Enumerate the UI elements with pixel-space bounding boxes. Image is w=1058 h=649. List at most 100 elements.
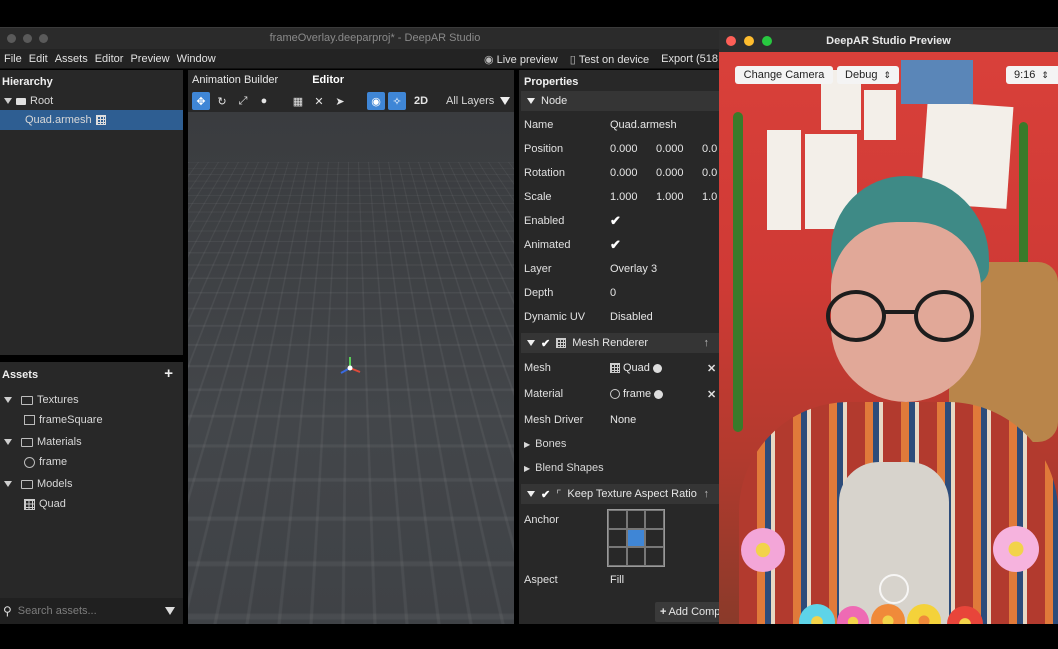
ground-grid [188,162,514,624]
name-field[interactable]: Quad.armesh [610,119,677,131]
scale-tool-icon[interactable]: ⤢ [234,92,252,110]
aspect-dropdown[interactable]: Fill [610,574,624,586]
node-section-header[interactable]: Node [521,91,719,111]
anchor-cell[interactable] [626,547,646,566]
editor-toolbar: ✥ ↻ ⤢ ● ▦ ✕ ➤ ◉ ✧ 2D All Layers [188,90,514,112]
mesh-picker[interactable]: Quad [610,362,662,374]
component-enabled-checkbox[interactable]: ✔ [541,337,550,350]
face-view-icon[interactable]: ◉ [367,92,385,110]
asset-item-label: Quad [39,498,66,510]
rotation-z-field[interactable]: 0.0 [702,167,717,179]
tab-editor[interactable]: Editor [312,74,344,86]
rotation-x-field[interactable]: 0.000 [610,167,656,179]
enabled-checkbox[interactable]: ✔ [610,213,621,229]
anchor-grid[interactable] [607,509,665,567]
search-icon: ⚲ [3,604,12,618]
anchor-cell-selected[interactable] [626,528,646,548]
add-asset-icon[interactable]: + [164,365,173,382]
aspect-ratio-dropdown[interactable]: 9:16 ⇕ [1006,66,1058,84]
mesh-renderer-section-header[interactable]: ✔ Mesh Renderer ↑ [521,333,719,353]
keep-aspect-section-header[interactable]: ✔ ⌜ Keep Texture Aspect Ratio ↑ [521,484,719,504]
depth-field[interactable]: 0 [610,287,616,299]
scale-y-field[interactable]: 1.000 [656,191,702,203]
clear-material-icon[interactable]: ✕ [707,388,716,401]
node-section-label: Node [541,95,568,107]
menu-assets[interactable]: Assets [55,53,88,65]
anchor-cell[interactable] [608,547,627,566]
mesh-driver-dropdown[interactable]: None [610,414,636,426]
anchor-cell[interactable] [645,547,664,566]
menu-window[interactable]: Window [177,53,216,65]
expand-triangle-icon[interactable] [4,98,12,104]
tab-animation-builder[interactable]: Animation Builder [192,74,278,86]
navigate-arrow-icon[interactable] [652,363,662,373]
collapse-triangle-icon[interactable] [527,340,535,346]
menu-file[interactable]: File [4,53,22,65]
live-preview-button[interactable]: ◉ Live preview [484,53,558,66]
collapse-triangle-icon[interactable] [527,491,535,497]
menu-editor[interactable]: Editor [95,53,124,65]
asset-item-frame[interactable]: frame [0,452,183,472]
scale-x-field[interactable]: 1.000 [610,191,656,203]
asset-group-textures[interactable]: Textures [0,390,183,410]
folder-icon [21,395,33,405]
menu-edit[interactable]: Edit [29,53,48,65]
navigate-arrow-icon[interactable] [654,389,664,399]
camera-feed: Change Camera Debug ⇕ 9:16 ⇕ [719,52,1058,624]
animated-checkbox[interactable]: ✔ [610,237,621,253]
add-component-button[interactable]: + Add Comp [655,602,725,622]
navigate-icon[interactable]: ➤ [331,92,349,110]
anchor-cell[interactable] [645,528,664,548]
anchor-cell[interactable] [608,528,627,548]
component-enabled-checkbox[interactable]: ✔ [541,488,550,501]
test-on-device-button[interactable]: ▯ Test on device [570,53,649,66]
position-z-field[interactable]: 0.0 [702,143,717,155]
asset-item-quad[interactable]: Quad [0,494,183,514]
asset-item-framesquare[interactable]: frameSquare [0,410,183,430]
collapse-triangle-icon[interactable] [527,98,535,104]
arrow-up-icon[interactable]: ↑ [704,337,710,349]
position-y-field[interactable]: 0.000 [656,143,702,155]
glasses-left [826,290,886,342]
capture-ring-icon[interactable] [879,574,909,604]
tree-item-root[interactable]: Root [0,91,183,111]
anchor-cell[interactable] [645,510,664,529]
blend-shapes-expander[interactable]: ▶ Blend Shapes [524,458,719,478]
arrow-up-icon[interactable]: ↑ [704,488,710,500]
asset-group-models[interactable]: Models [0,474,183,494]
expand-triangle-icon[interactable] [4,481,12,487]
asset-search-input[interactable]: Search assets... [18,605,97,617]
filter-icon[interactable] [165,607,175,615]
dynamic-uv-dropdown[interactable]: Disabled [610,311,653,323]
transform-gizmo-icon[interactable] [338,354,364,380]
rotation-y-field[interactable]: 0.000 [656,167,702,179]
menu-preview[interactable]: Preview [130,53,169,65]
debug-dropdown[interactable]: Debug ⇕ [837,66,899,84]
expand-triangle-icon[interactable] [4,439,12,445]
expand-arrow-icon: ▶ [524,463,531,473]
grid-toggle-icon[interactable]: ▦ [289,92,307,110]
scene-viewport[interactable] [188,112,514,624]
change-camera-button[interactable]: Change Camera [735,66,833,84]
rotate-tool-icon[interactable]: ↻ [213,92,231,110]
clear-mesh-icon[interactable]: ✕ [707,362,716,375]
blend-shapes-label: Blend Shapes [535,462,604,474]
globe-icon[interactable]: ● [255,92,273,110]
anchor-cell[interactable] [608,510,627,529]
material-picker[interactable]: frame [610,388,664,400]
layers-dropdown[interactable]: All Layers [446,95,511,107]
expand-triangle-icon[interactable] [4,397,12,403]
prop-label: Animated [524,239,571,251]
mode-2d-button[interactable]: 2D [409,92,433,110]
tree-item-quad-armesh[interactable]: Quad.armesh [0,110,183,130]
move-tool-icon[interactable]: ✥ [192,92,210,110]
asset-group-materials[interactable]: Materials [0,432,183,452]
scale-z-field[interactable]: 1.0 [702,191,717,203]
bones-expander[interactable]: ▶ Bones [524,434,719,454]
editor-panel: Animation Builder Editor ✥ ↻ ⤢ ● ▦ ✕ ➤ ◉… [188,70,514,624]
snap-icon[interactable]: ✕ [310,92,328,110]
pivot-icon[interactable]: ✧ [388,92,406,110]
anchor-cell[interactable] [626,510,646,529]
layer-dropdown[interactable]: Overlay 3 [610,263,657,275]
position-x-field[interactable]: 0.000 [610,143,656,155]
